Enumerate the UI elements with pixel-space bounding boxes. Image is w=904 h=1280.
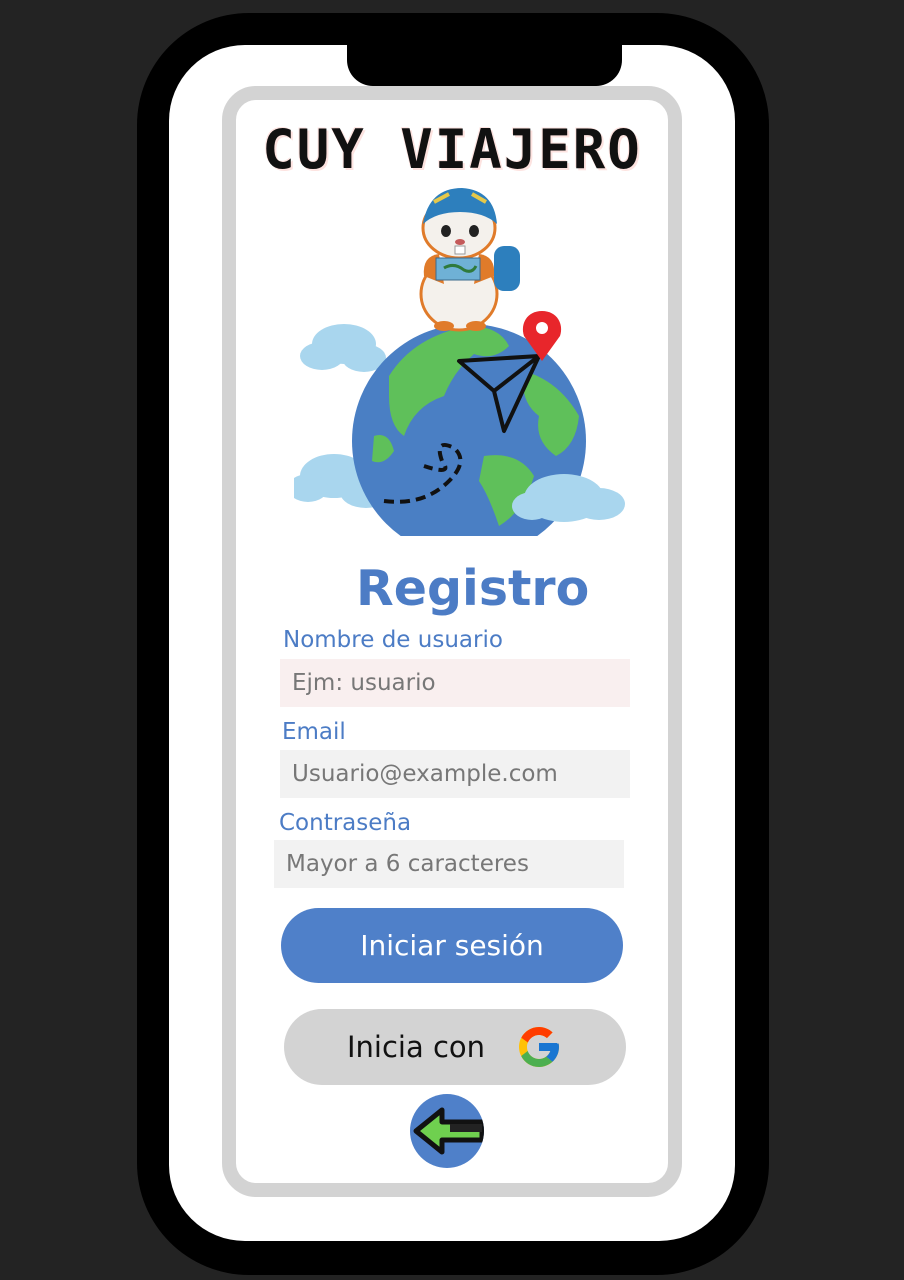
phone-frame: CUY VIAJERO Registro Nombre de usuario E…	[137, 13, 769, 1275]
google-button-label: Inicia con	[346, 1030, 486, 1064]
notch	[347, 45, 622, 86]
email-input[interactable]	[280, 750, 630, 798]
back-button[interactable]	[410, 1094, 484, 1168]
google-icon	[519, 1027, 560, 1067]
email-label: Email	[282, 719, 346, 745]
username-input[interactable]	[280, 659, 630, 707]
register-card: CUY VIAJERO Registro Nombre de usuario E…	[222, 86, 682, 1197]
login-button[interactable]: Iniciar sesión	[281, 908, 623, 983]
google-signin-button[interactable]: Inicia con	[284, 1009, 626, 1085]
phone-screen: CUY VIAJERO Registro Nombre de usuario E…	[169, 45, 735, 1241]
travel-illustration	[294, 188, 625, 536]
password-label: Contraseña	[279, 810, 412, 836]
page-title: Registro	[356, 560, 590, 617]
login-button-label: Iniciar sesión	[360, 929, 544, 962]
app-title: CUY VIAJERO	[262, 118, 642, 181]
password-input[interactable]	[274, 840, 624, 888]
username-label: Nombre de usuario	[283, 627, 503, 653]
arrow-left-icon	[413, 1107, 484, 1155]
guinea-pig-icon	[419, 188, 520, 332]
cloud-icon	[300, 324, 386, 372]
